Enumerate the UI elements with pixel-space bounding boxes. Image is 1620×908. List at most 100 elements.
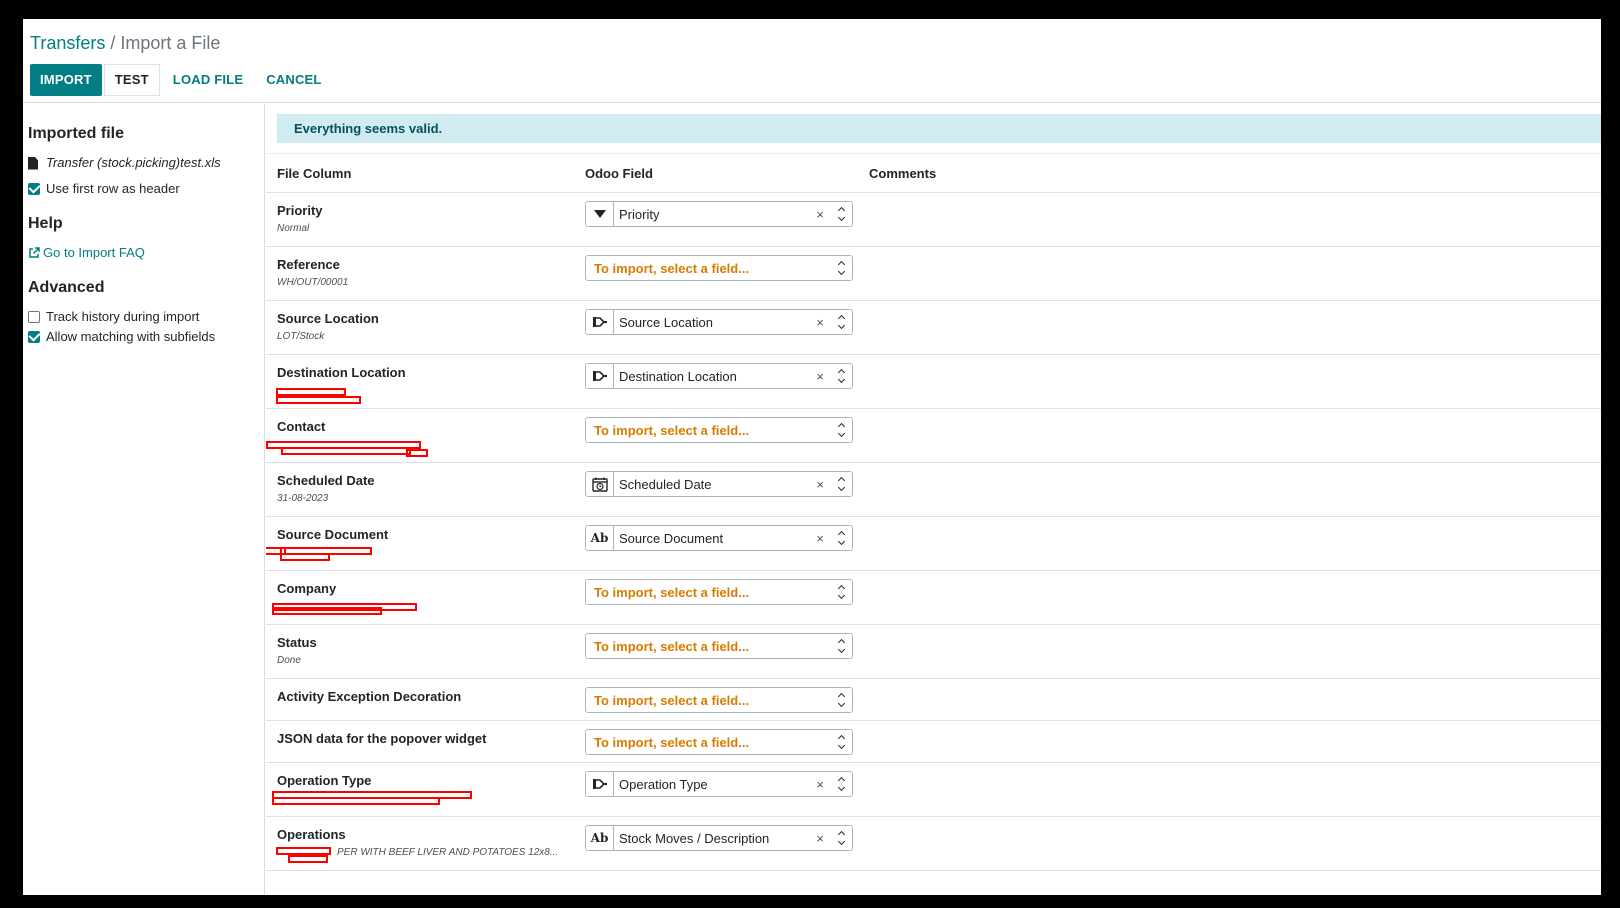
selected-field: Source Location bbox=[619, 314, 713, 330]
odoo-field-cell: Ab Source Document × bbox=[585, 517, 869, 570]
file-column-cell: Priority Normal bbox=[266, 193, 585, 246]
column-name: Operation Type bbox=[277, 773, 372, 788]
use-header-label: Use first row as header bbox=[46, 181, 180, 196]
import-button[interactable]: IMPORT bbox=[30, 64, 102, 96]
breadcrumb-transfers-link[interactable]: Transfers bbox=[30, 33, 105, 53]
column-name: Operations bbox=[277, 827, 346, 842]
comments-cell bbox=[869, 247, 1601, 300]
field-select[interactable]: To import, select a field... bbox=[585, 579, 853, 605]
comments-cell bbox=[869, 193, 1601, 246]
field-select[interactable]: Destination Location × bbox=[585, 363, 853, 389]
column-name: Source Document bbox=[277, 527, 389, 542]
odoo-field-cell: Ab Stock Moves / Description × bbox=[585, 817, 869, 870]
file-column-cell: Scheduled Date 31-08-2023 bbox=[266, 463, 585, 516]
table-row: Company To import, select a field... bbox=[266, 571, 1601, 625]
table-row: Reference WH/OUT/00001 To import, select a… bbox=[266, 247, 1601, 301]
comments-cell bbox=[869, 463, 1601, 516]
load-file-button[interactable]: LOAD FILE bbox=[163, 64, 253, 96]
dropdown-icon bbox=[586, 202, 614, 226]
updown-chevron-icon bbox=[836, 692, 846, 708]
import-options-sidebar: Imported file Transfer (stock.picking)te… bbox=[23, 104, 265, 895]
selected-field: Operation Type bbox=[619, 776, 708, 792]
column-name: Scheduled Date bbox=[277, 473, 375, 488]
file-column-cell: Activity Exception Decoration bbox=[266, 679, 585, 720]
file-column-cell: Source Location LOT/Stock bbox=[266, 301, 585, 354]
clear-icon[interactable]: × bbox=[816, 207, 824, 222]
table-row: Status Done To import, select a field... bbox=[266, 625, 1601, 679]
clear-icon[interactable]: × bbox=[816, 477, 824, 492]
external-link-icon bbox=[29, 247, 40, 258]
import-faq-link[interactable]: Go to Import FAQ bbox=[28, 244, 264, 262]
clear-icon[interactable]: × bbox=[816, 531, 824, 546]
column-name: Status bbox=[277, 635, 317, 650]
field-select[interactable]: Scheduled Date × bbox=[585, 471, 853, 497]
calendar-icon bbox=[586, 472, 614, 496]
field-select[interactable]: To import, select a field... bbox=[585, 633, 853, 659]
allow-matching-checkbox[interactable] bbox=[28, 331, 40, 343]
help-heading: Help bbox=[28, 215, 63, 232]
track-history-option[interactable]: Track history during import bbox=[28, 308, 264, 326]
odoo-field-cell: Source Location × bbox=[585, 301, 869, 354]
redaction-mark bbox=[272, 797, 440, 805]
comments-cell bbox=[869, 301, 1601, 354]
updown-chevron-icon bbox=[836, 530, 846, 546]
clear-icon[interactable]: × bbox=[816, 315, 824, 330]
allow-matching-option[interactable]: Allow matching with subfields bbox=[28, 328, 264, 346]
use-header-checkbox[interactable] bbox=[28, 183, 40, 195]
field-select[interactable]: Ab Stock Moves / Description × bbox=[585, 825, 853, 851]
file-name: Transfer (stock.picking)test.xls bbox=[46, 155, 221, 170]
many2one-icon bbox=[586, 310, 614, 334]
field-select[interactable]: Source Location × bbox=[585, 309, 853, 335]
updown-chevron-icon bbox=[836, 206, 846, 222]
field-placeholder: To import, select a field... bbox=[594, 422, 750, 438]
field-select[interactable]: To import, select a field... bbox=[585, 417, 853, 443]
comments-cell bbox=[869, 721, 1601, 762]
table-row: Activity Exception Decoration To import, … bbox=[266, 679, 1601, 721]
file-icon bbox=[28, 156, 38, 170]
field-select[interactable]: Operation Type × bbox=[585, 771, 853, 797]
field-select[interactable]: Priority × bbox=[585, 201, 853, 227]
field-select[interactable]: To import, select a field... bbox=[585, 255, 853, 281]
odoo-field-cell: To import, select a field... bbox=[585, 721, 869, 762]
field-placeholder: To import, select a field... bbox=[594, 734, 750, 750]
column-sample-value: Normal bbox=[277, 223, 310, 234]
redaction-mark bbox=[272, 607, 382, 615]
file-column-cell: Source Document bbox=[266, 517, 585, 570]
updown-chevron-icon bbox=[836, 422, 846, 438]
cancel-button[interactable]: CANCEL bbox=[256, 64, 331, 96]
table-row: Operation Type Operation Type × bbox=[266, 763, 1601, 817]
updown-chevron-icon bbox=[836, 314, 846, 330]
use-header-option[interactable]: Use first row as header bbox=[28, 180, 264, 198]
column-name: Company bbox=[277, 581, 337, 596]
test-button[interactable]: TEST bbox=[103, 64, 160, 96]
comments-header: Comments bbox=[869, 165, 937, 181]
import-faq-label: Go to Import FAQ bbox=[43, 245, 145, 260]
imported-file-heading: Imported file bbox=[28, 125, 125, 142]
clear-icon[interactable]: × bbox=[816, 831, 824, 846]
redaction-mark bbox=[281, 447, 411, 455]
field-select[interactable]: Ab Source Document × bbox=[585, 525, 853, 551]
file-column-header: File Column bbox=[277, 165, 352, 181]
odoo-field-cell: To import, select a field... bbox=[585, 247, 869, 300]
comments-cell bbox=[869, 625, 1601, 678]
redaction-mark bbox=[276, 388, 346, 396]
many2one-icon bbox=[586, 772, 614, 796]
field-select[interactable]: To import, select a field... bbox=[585, 729, 853, 755]
odoo-field-cell: To import, select a field... bbox=[585, 409, 869, 462]
field-placeholder: To import, select a field... bbox=[594, 638, 750, 654]
field-select[interactable]: To import, select a field... bbox=[585, 687, 853, 713]
clear-icon[interactable]: × bbox=[816, 777, 824, 792]
redaction-mark bbox=[276, 396, 361, 404]
field-placeholder: To import, select a field... bbox=[594, 260, 750, 276]
odoo-field-cell: To import, select a field... bbox=[585, 625, 869, 678]
clear-icon[interactable]: × bbox=[816, 369, 824, 384]
column-sample-value: LOT/Stock bbox=[277, 331, 325, 342]
column-name: Source Location bbox=[277, 311, 379, 326]
odoo-field-cell: To import, select a field... bbox=[585, 571, 869, 624]
table-row: Source Location LOT/Stock Source Location × bbox=[266, 301, 1601, 355]
file-column-cell: JSON data for the popover widget bbox=[266, 721, 585, 762]
table-row: JSON data for the popover widget To impor… bbox=[266, 721, 1601, 763]
redaction-mark bbox=[276, 847, 331, 855]
track-history-checkbox[interactable] bbox=[28, 311, 40, 323]
updown-chevron-icon bbox=[836, 368, 846, 384]
